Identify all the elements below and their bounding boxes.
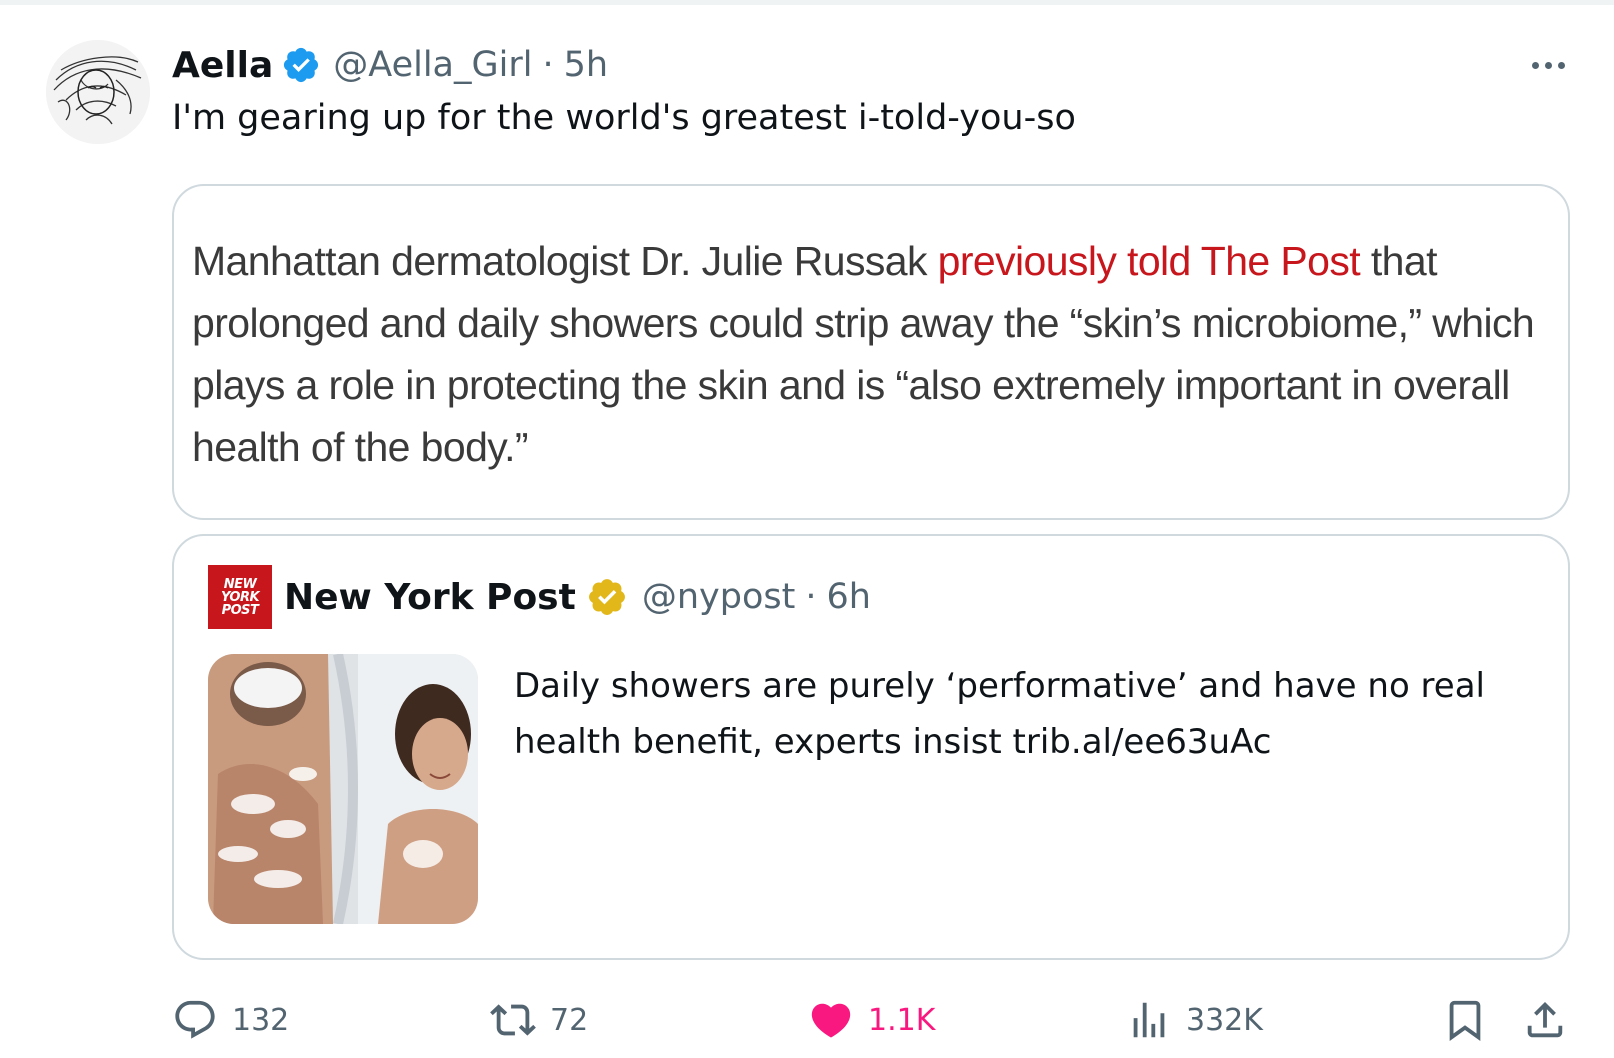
avatar[interactable] bbox=[46, 40, 150, 144]
quoted-post-time[interactable]: 6h bbox=[826, 577, 870, 617]
nypost-logo-avatar[interactable]: NEW YORK POST bbox=[208, 565, 272, 629]
action-bar: 132 72 1.1K 332K bbox=[172, 990, 1572, 1050]
views-icon bbox=[1133, 1002, 1165, 1038]
repost-button[interactable]: 72 bbox=[490, 990, 588, 1050]
top-divider bbox=[0, 0, 1614, 5]
reply-icon bbox=[175, 1000, 215, 1039]
bookmark-button[interactable] bbox=[1442, 990, 1488, 1050]
image-quote-text: Manhattan dermatologist Dr. Julie Russak… bbox=[192, 230, 1562, 478]
quoted-post-text: Daily showers are purely ‘performative’ … bbox=[514, 666, 1485, 762]
quoted-post-thumbnail[interactable] bbox=[208, 654, 478, 924]
avatar-sketch-image bbox=[46, 40, 150, 144]
share-icon bbox=[1527, 1001, 1563, 1038]
image-text-part1: Manhattan dermatologist Dr. Julie Russak bbox=[192, 238, 938, 284]
author-name[interactable]: Aella bbox=[172, 45, 273, 86]
quoted-author-name[interactable]: New York Post bbox=[284, 577, 576, 618]
header-separator: · bbox=[542, 45, 554, 85]
views-button[interactable]: 332K bbox=[1126, 990, 1263, 1050]
logo-line-2: YORK bbox=[220, 589, 260, 605]
attached-image[interactable]: Manhattan dermatologist Dr. Julie Russak… bbox=[172, 184, 1570, 520]
reply-button[interactable]: 132 bbox=[172, 990, 289, 1050]
image-text-link: previously told The Post bbox=[937, 238, 1361, 284]
quoted-post-header: NEW YORK POST New York Post @nypost · 6h bbox=[208, 565, 871, 629]
repost-icon bbox=[490, 1004, 536, 1036]
logo-line-3: POST bbox=[221, 602, 259, 618]
gold-verified-badge-icon bbox=[588, 579, 625, 615]
quoted-post-card[interactable]: NEW YORK POST New York Post @nypost · 6h bbox=[172, 534, 1570, 960]
quoted-author-handle[interactable]: @nypost bbox=[642, 577, 795, 617]
verified-badge-icon bbox=[284, 47, 319, 83]
like-button[interactable]: 1.1K bbox=[808, 990, 935, 1050]
reply-count: 132 bbox=[232, 1002, 290, 1038]
like-count: 1.1K bbox=[868, 1002, 936, 1038]
post-text: I'm gearing up for the world's greatest … bbox=[172, 98, 1076, 138]
quoted-header-separator: · bbox=[805, 577, 817, 617]
more-icon[interactable] bbox=[1520, 50, 1576, 80]
post-time[interactable]: 5h bbox=[564, 45, 608, 85]
logo-line-1: NEW bbox=[223, 576, 257, 592]
share-button[interactable] bbox=[1522, 990, 1568, 1050]
author-handle[interactable]: @Aella_Girl bbox=[333, 45, 532, 85]
shower-photo-image bbox=[208, 654, 478, 924]
post-header: Aella @Aella_Girl · 5h bbox=[172, 40, 608, 90]
views-count: 332K bbox=[1186, 1002, 1263, 1038]
repost-count: 72 bbox=[550, 1002, 589, 1038]
bookmark-icon bbox=[1449, 1000, 1481, 1041]
like-icon bbox=[811, 1003, 851, 1038]
